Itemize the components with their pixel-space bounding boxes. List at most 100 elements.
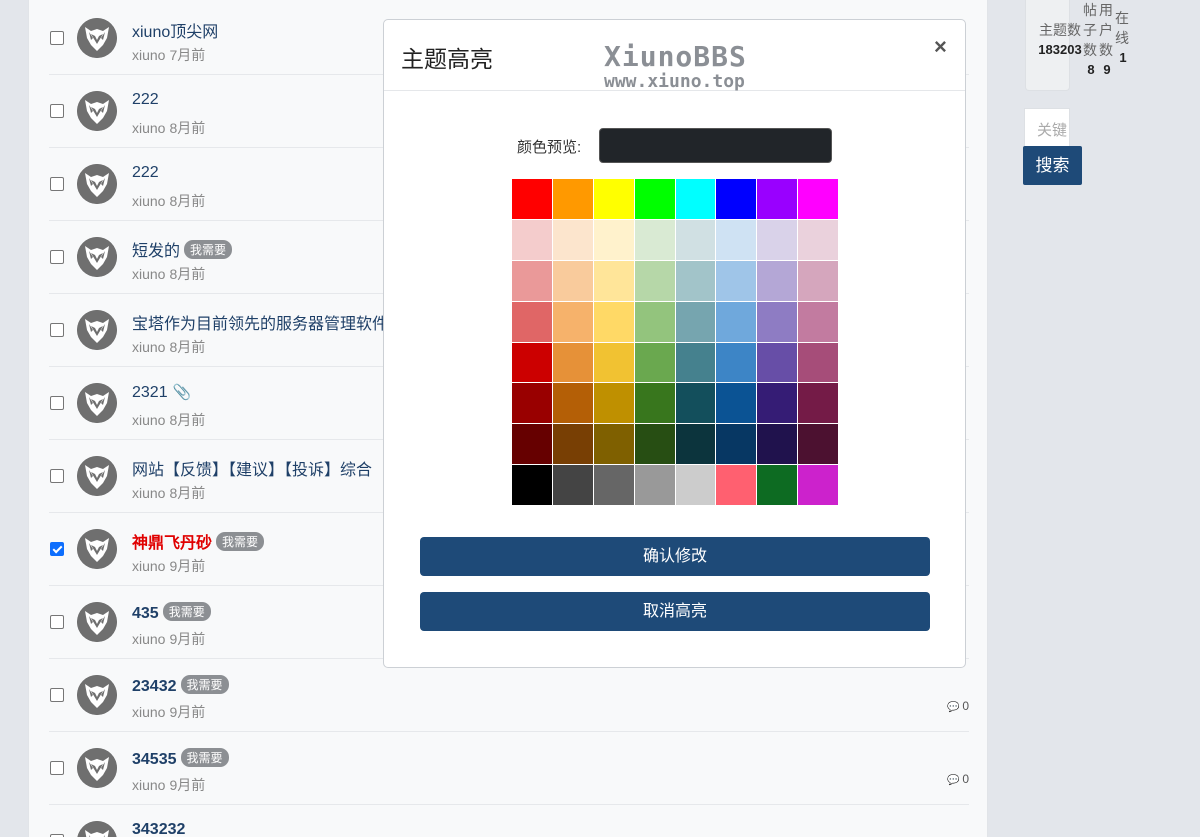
author-link[interactable]: xiuno bbox=[132, 266, 165, 282]
avatar[interactable] bbox=[77, 18, 117, 58]
tag-badge[interactable]: 我需要 bbox=[180, 748, 229, 767]
thread-checkbox[interactable] bbox=[50, 177, 64, 191]
author-link[interactable]: xiuno bbox=[132, 47, 165, 63]
thread-title-text[interactable]: 222 bbox=[132, 164, 159, 181]
thread-checkbox[interactable] bbox=[50, 104, 64, 118]
color-swatch[interactable] bbox=[757, 383, 798, 424]
color-swatch[interactable] bbox=[512, 424, 552, 465]
color-swatch[interactable] bbox=[798, 342, 838, 383]
color-swatch[interactable] bbox=[512, 260, 552, 301]
color-swatch[interactable] bbox=[675, 424, 716, 465]
color-swatch[interactable] bbox=[716, 342, 757, 383]
thread-title-text[interactable]: 宝塔作为目前领先的服务器管理软件 bbox=[132, 316, 388, 333]
color-swatch[interactable] bbox=[675, 383, 716, 424]
color-swatch[interactable] bbox=[634, 219, 675, 260]
avatar[interactable] bbox=[77, 237, 117, 277]
color-swatch[interactable] bbox=[512, 465, 552, 505]
color-swatch[interactable] bbox=[798, 465, 838, 505]
color-swatch[interactable] bbox=[716, 465, 757, 505]
color-swatch[interactable] bbox=[552, 219, 593, 260]
thread-title-text[interactable]: 网站【反馈】【建议】【投诉】综合 bbox=[132, 462, 372, 479]
close-icon[interactable]: × bbox=[934, 34, 947, 60]
color-swatch[interactable] bbox=[675, 301, 716, 342]
thread-checkbox[interactable] bbox=[50, 761, 64, 775]
thread-checkbox[interactable] bbox=[50, 250, 64, 264]
color-swatch[interactable] bbox=[593, 260, 634, 301]
thread-title-link[interactable]: 343232 bbox=[132, 821, 185, 837]
color-swatch[interactable] bbox=[593, 424, 634, 465]
color-swatch[interactable] bbox=[593, 383, 634, 424]
thread-checkbox[interactable] bbox=[50, 396, 64, 410]
color-swatch[interactable] bbox=[757, 179, 798, 219]
color-swatch[interactable] bbox=[634, 383, 675, 424]
thread-title-link[interactable]: 短发的 我需要 bbox=[132, 237, 233, 261]
thread-title-link[interactable]: 2321 📎 bbox=[132, 383, 191, 402]
color-swatch[interactable] bbox=[675, 260, 716, 301]
tag-badge[interactable]: 我需要 bbox=[216, 532, 265, 551]
color-swatch[interactable] bbox=[634, 424, 675, 465]
thread-title-link[interactable]: 222 bbox=[132, 164, 159, 182]
avatar[interactable] bbox=[77, 91, 117, 131]
color-swatch[interactable] bbox=[757, 465, 798, 505]
color-swatch[interactable] bbox=[634, 342, 675, 383]
thread-title-text[interactable]: 短发的 bbox=[132, 243, 180, 260]
author-link[interactable]: xiuno bbox=[132, 485, 165, 501]
avatar[interactable] bbox=[77, 456, 117, 496]
thread-title-text[interactable]: 34535 bbox=[132, 751, 177, 768]
color-swatch[interactable] bbox=[675, 179, 716, 219]
color-swatch[interactable] bbox=[593, 465, 634, 505]
color-swatch[interactable] bbox=[593, 301, 634, 342]
thread-title-link[interactable]: 宝塔作为目前领先的服务器管理软件 bbox=[132, 310, 388, 334]
color-swatch[interactable] bbox=[757, 219, 798, 260]
color-swatch[interactable] bbox=[798, 260, 838, 301]
color-swatch[interactable] bbox=[634, 465, 675, 505]
thread-title-link[interactable]: 222 bbox=[132, 91, 159, 109]
author-link[interactable]: xiuno bbox=[132, 120, 165, 136]
thread-title-text[interactable]: xiuno顶尖网 bbox=[132, 24, 218, 41]
author-link[interactable]: xiuno bbox=[132, 704, 165, 720]
color-swatch[interactable] bbox=[634, 179, 675, 219]
confirm-button[interactable]: 确认修改 bbox=[420, 537, 930, 576]
color-swatch[interactable] bbox=[757, 260, 798, 301]
color-swatch[interactable] bbox=[552, 179, 593, 219]
thread-title-link[interactable]: 网站【反馈】【建议】【投诉】综合 bbox=[132, 456, 372, 480]
color-swatch[interactable] bbox=[512, 342, 552, 383]
thread-title-link[interactable]: 435 我需要 bbox=[132, 602, 211, 623]
color-swatch[interactable] bbox=[757, 342, 798, 383]
color-swatch[interactable] bbox=[634, 260, 675, 301]
color-swatch[interactable] bbox=[552, 342, 593, 383]
thread-title-text[interactable]: 神鼎飞丹砂 bbox=[132, 535, 212, 552]
color-swatch[interactable] bbox=[798, 219, 838, 260]
color-swatch[interactable] bbox=[798, 179, 838, 219]
color-swatch[interactable] bbox=[675, 465, 716, 505]
avatar[interactable] bbox=[77, 675, 117, 715]
color-swatch[interactable] bbox=[675, 219, 716, 260]
color-swatch[interactable] bbox=[716, 219, 757, 260]
thread-checkbox[interactable] bbox=[50, 469, 64, 483]
thread-title-text[interactable]: 343232 bbox=[132, 821, 185, 837]
color-swatch[interactable] bbox=[512, 219, 552, 260]
color-swatch[interactable] bbox=[716, 424, 757, 465]
author-link[interactable]: xiuno bbox=[132, 193, 165, 209]
author-link[interactable]: xiuno bbox=[132, 558, 165, 574]
color-swatch[interactable] bbox=[552, 260, 593, 301]
thread-title-link[interactable]: 23432 我需要 bbox=[132, 675, 229, 696]
cancel-highlight-button[interactable]: 取消高亮 bbox=[420, 592, 930, 631]
color-swatch[interactable] bbox=[593, 219, 634, 260]
color-swatch[interactable] bbox=[675, 342, 716, 383]
avatar[interactable] bbox=[77, 748, 117, 788]
search-input[interactable]: 关键 bbox=[1024, 108, 1070, 148]
color-swatch[interactable] bbox=[552, 465, 593, 505]
search-button[interactable]: 搜索 bbox=[1023, 146, 1082, 185]
tag-badge[interactable]: 我需要 bbox=[180, 675, 229, 694]
author-link[interactable]: xiuno bbox=[132, 631, 165, 647]
thread-title-link[interactable]: 34535 我需要 bbox=[132, 748, 229, 769]
thread-checkbox[interactable] bbox=[50, 688, 64, 702]
color-swatch[interactable] bbox=[512, 179, 552, 219]
color-swatch[interactable] bbox=[593, 342, 634, 383]
color-swatch[interactable] bbox=[552, 301, 593, 342]
thread-title-text[interactable]: 23432 bbox=[132, 678, 177, 695]
color-swatch[interactable] bbox=[716, 179, 757, 219]
color-swatch[interactable] bbox=[593, 179, 634, 219]
thread-title-link[interactable]: 神鼎飞丹砂 我需要 bbox=[132, 529, 265, 553]
